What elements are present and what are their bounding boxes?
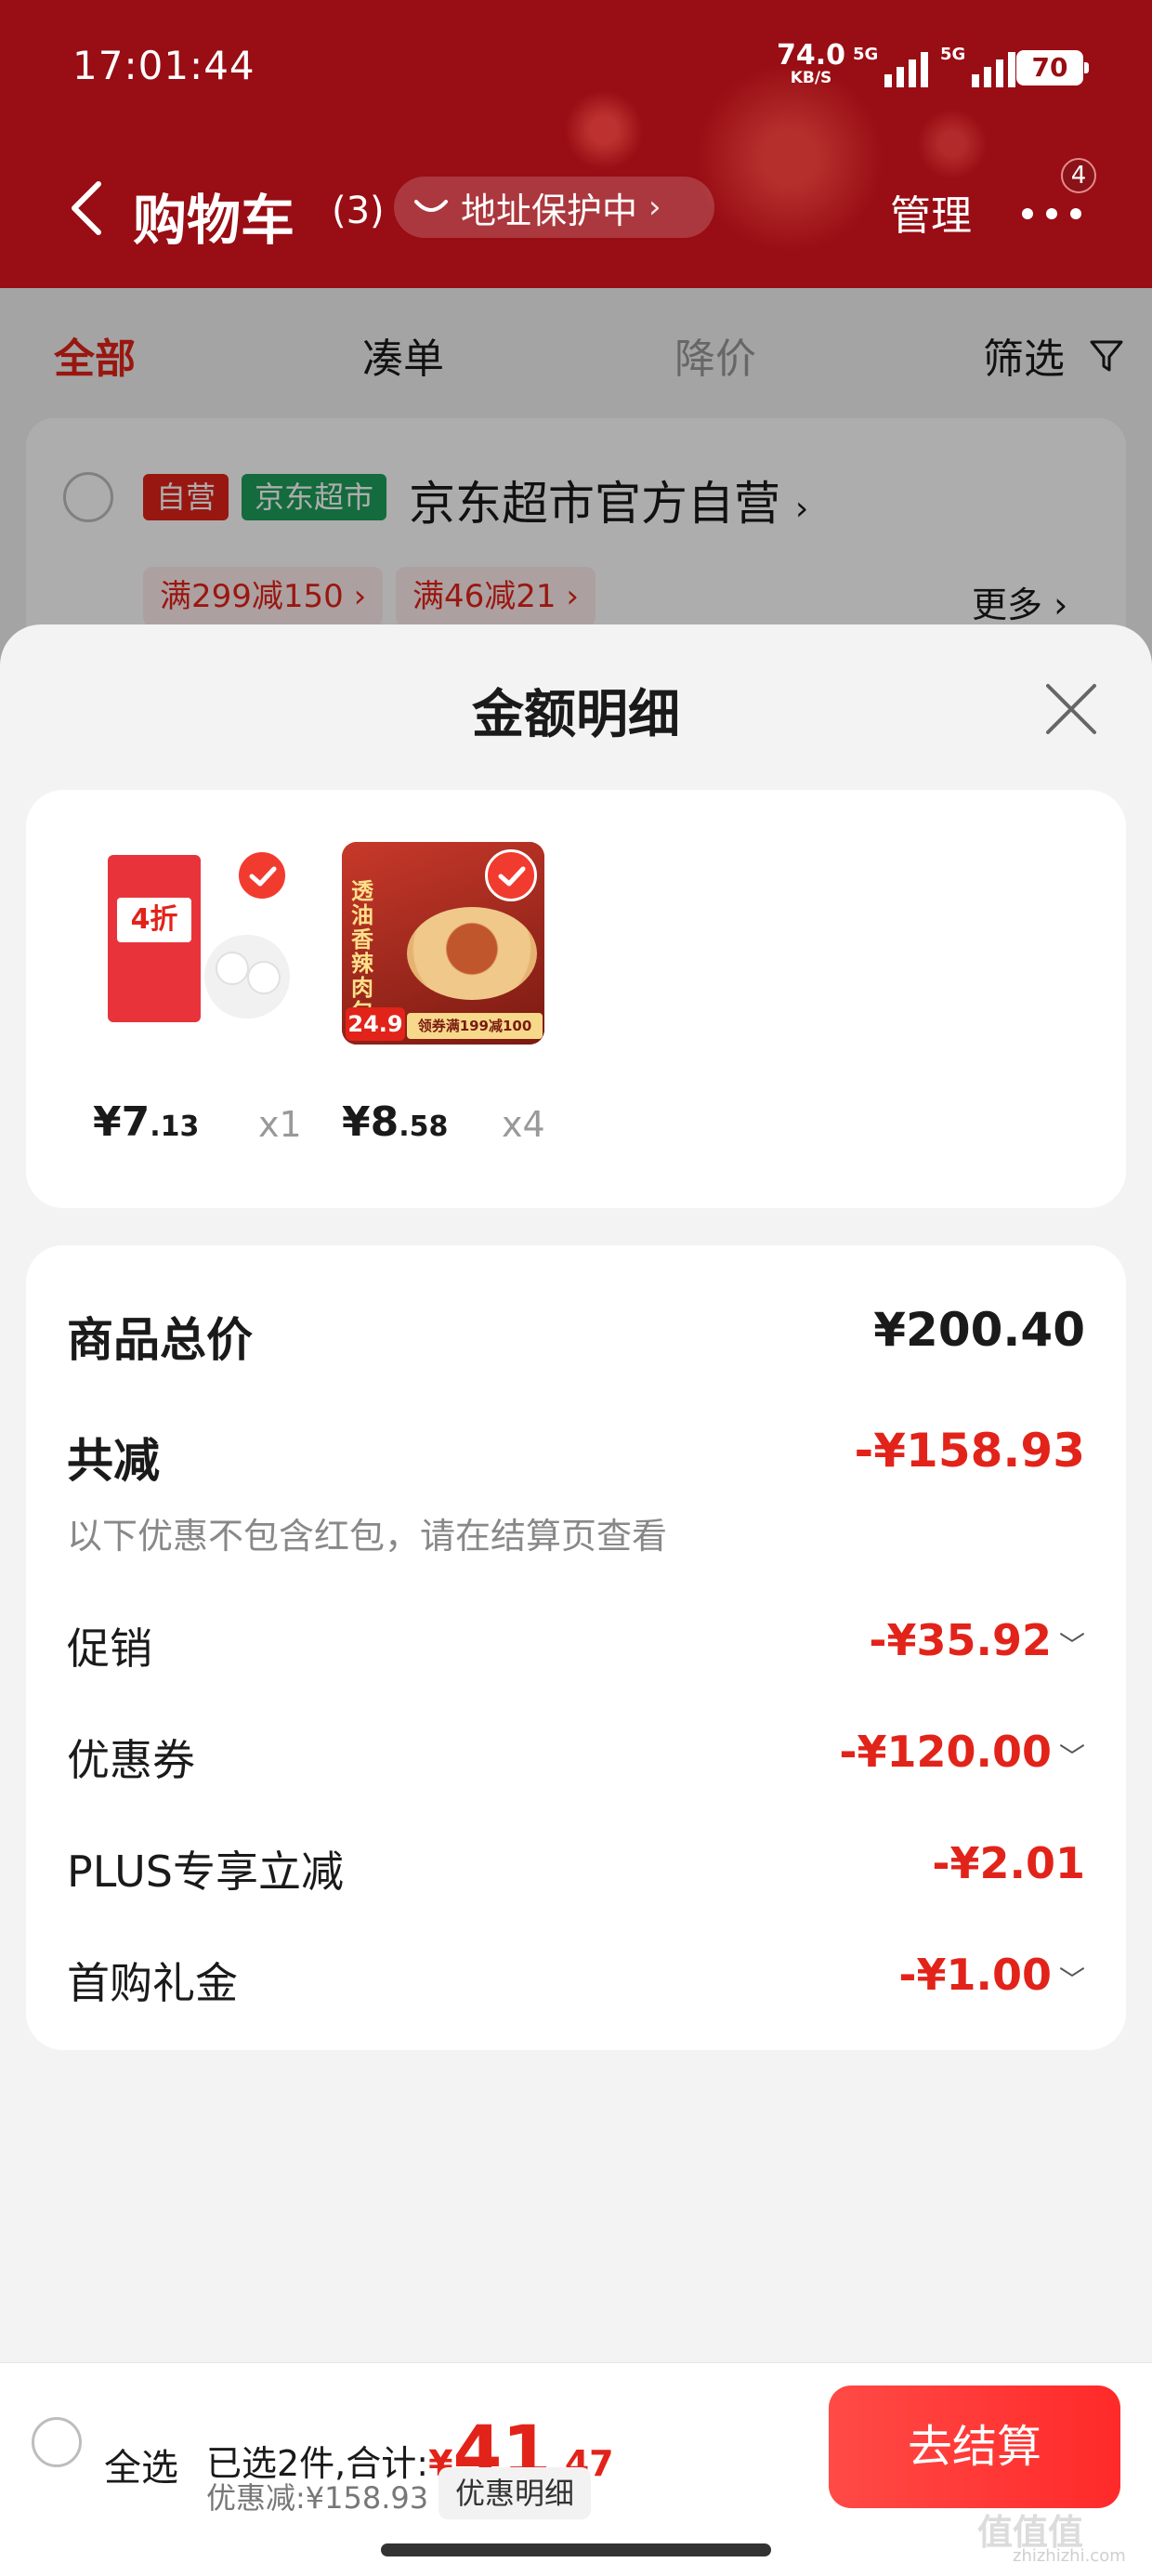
smile-icon [414,200,448,212]
address-protection-button[interactable]: 地址保护中 › [394,177,714,238]
more-menu-button[interactable] [1016,186,1091,242]
back-arrow-icon[interactable] [65,178,106,238]
item-price: ¥8.58 [342,1098,449,1146]
total-reduction-value: -¥158.93 [854,1424,1086,1478]
thumb-coupon: 领券满199减100 [407,1013,543,1039]
navigation-bar: 购物车 (3) 地址保护中 › 管理 4 [0,158,1152,260]
chevron-down-icon: ﹀ [1058,1741,1085,1772]
signal-icon: 5G [940,45,1016,87]
product-name-label: 透油香辣肉包 [351,878,373,1024]
signal-icon: 5G [853,45,929,87]
dot-icon [1022,208,1033,219]
discount-detail-button[interactable]: 优惠明细 [439,2467,592,2519]
item-price: ¥7.13 [93,1098,200,1146]
page-title: 购物车 [133,189,295,252]
chevron-right-icon: › [648,189,661,226]
plus-discount-value: -¥2.01 [932,1838,1085,1888]
cart-count: (3) [332,190,385,232]
select-all-label[interactable]: 全选 [104,2438,178,2491]
chevron-down-icon: ﹀ [1058,1964,1085,1995]
select-all-checkbox[interactable] [32,2417,82,2467]
promotion-label: 促销 [67,1623,152,1674]
amount-detail-sheet: 金额明细 4折 ¥7.13 x1 透油香辣肉包 24.9 领券满199减100 [0,624,1152,2362]
first-purchase-gift-row[interactable]: -¥1.00 ﹀ [898,1950,1085,2000]
item-quantity: x4 [502,1104,545,1145]
app-header: 17:01:44 74.0 KB/S 5G 5G 70 购物车 (3) 地址保护… [0,0,1152,288]
check-icon [485,849,537,901]
notification-badge: 4 [1061,158,1096,193]
status-bar: 17:01:44 74.0 KB/S 5G 5G 70 [0,0,1152,130]
home-indicator[interactable] [381,2543,771,2556]
coupon-label: 优惠券 [67,1735,195,1785]
close-icon[interactable] [1039,677,1104,742]
product-thumbnail[interactable]: 4折 [93,842,295,1045]
total-price-value: ¥200.40 [873,1303,1085,1357]
total-reduction-label: 共减 [67,1434,160,1488]
dot-icon [1046,208,1057,219]
price-detail-card: 商品总价 ¥200.40 共减 -¥158.93 以下优惠不包含红包，请在结算页… [26,1245,1126,2050]
network-speed: 74.0 KB/S [777,39,846,88]
product-thumbnail[interactable]: 透油香辣肉包 24.9 领券满199减100 [342,842,544,1045]
reduction-note: 以下优惠不包含红包，请在结算页查看 [67,1516,668,1557]
selected-items-card: 4折 ¥7.13 x1 透油香辣肉包 24.9 领券满199减100 ¥8.58… [26,790,1126,1208]
discount-summary: 优惠减:¥158.93 [206,2480,429,2516]
thumb-price: 24.9 [346,1007,405,1041]
checkout-button[interactable]: 去结算 [829,2385,1120,2508]
promotion-row[interactable]: -¥35.92 ﹀ [869,1615,1085,1665]
address-protection-label: 地址保护中 [461,190,638,231]
plus-discount-label: PLUS专享立减 [67,1847,344,1897]
discount-label: 4折 [117,898,191,942]
total-price-label: 商品总价 [67,1313,253,1367]
dot-icon [1070,208,1081,219]
battery-icon: 70 [1016,50,1089,85]
coupon-row[interactable]: -¥120.00 ﹀ [839,1727,1085,1777]
check-icon [236,849,288,901]
sheet-title: 金额明细 [472,685,680,745]
chevron-down-icon: ﹀ [1058,1629,1085,1661]
manage-button[interactable]: 管理 [890,182,972,242]
clock: 17:01:44 [72,43,255,88]
item-quantity: x1 [258,1104,302,1145]
watermark-url: zhizhizhi.com [1013,2546,1126,2566]
first-purchase-gift-label: 首购礼金 [67,1958,238,2008]
